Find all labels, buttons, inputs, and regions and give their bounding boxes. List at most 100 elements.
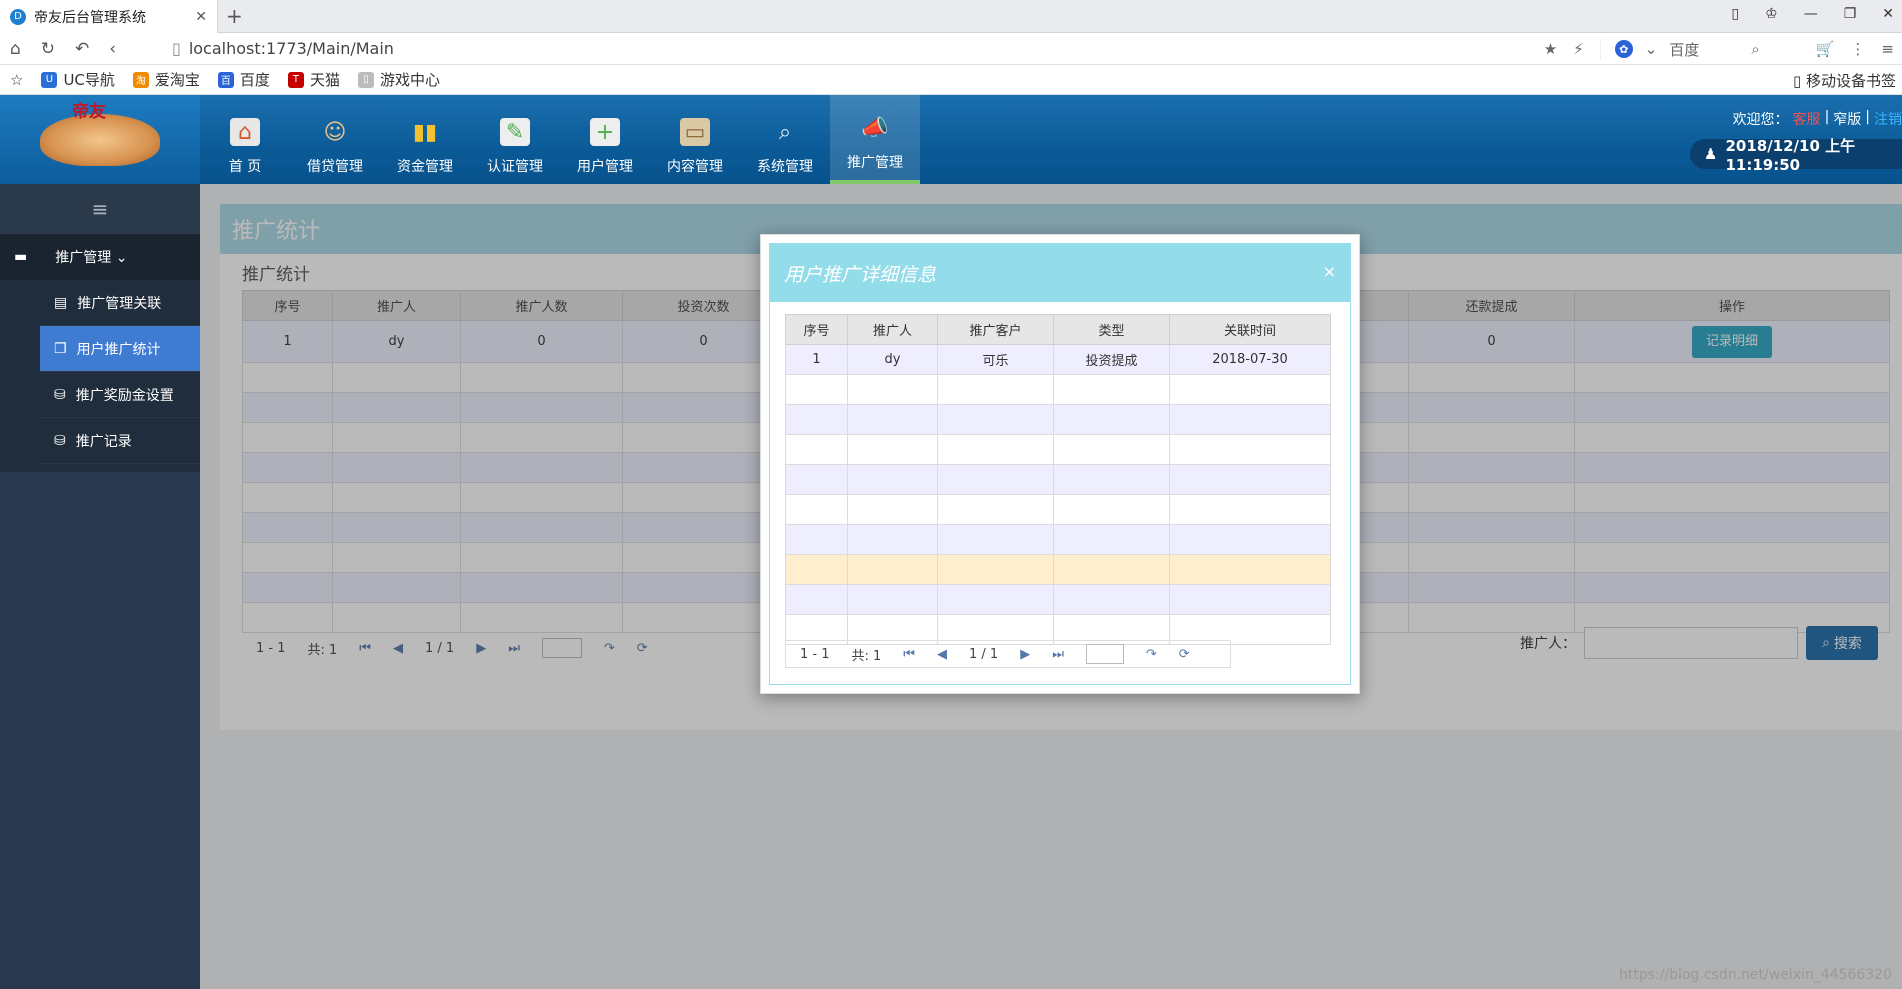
- nav-promotion[interactable]: 📣 推广管理: [830, 95, 920, 184]
- document-icon: ▤: [54, 294, 68, 311]
- pager-pages: 1 / 1: [969, 646, 999, 662]
- column-header[interactable]: 类型: [1053, 314, 1170, 345]
- prev-page-icon[interactable]: ◀: [937, 647, 947, 662]
- nav-home[interactable]: ⌂ 首 页: [200, 95, 290, 184]
- restore-icon[interactable]: ❐: [1844, 6, 1857, 22]
- bookmark-label: 爱淘宝: [154, 71, 200, 89]
- mobile-bookmarks[interactable]: ▯ 移动设备书签: [1793, 70, 1896, 91]
- menu-icon[interactable]: ▯: [1731, 6, 1739, 22]
- bookmark-games[interactable]: ▯ 游戏中心: [357, 69, 440, 90]
- flash-icon[interactable]: ⚡: [1573, 40, 1584, 58]
- sidebar-item-label: 推广奖励金设置: [75, 387, 174, 404]
- datetime-display: ♟ 2018/12/10 上午11:19:50: [1690, 137, 1902, 174]
- table-row: [785, 464, 1331, 495]
- refresh-icon[interactable]: ⟳: [1179, 647, 1190, 662]
- bar-chart-icon: ▮▮: [412, 119, 438, 145]
- megaphone-icon: 📣: [861, 115, 889, 141]
- column-header[interactable]: 推广人: [847, 314, 938, 345]
- modal-title: 用户推广详细信息: [784, 263, 937, 286]
- sidebar-menu-icon[interactable]: ≡: [1881, 40, 1894, 58]
- browser-tabbar: D 帝友后台管理系统 ✕ + ▯ ♔ — ❐ ✕: [0, 0, 1902, 33]
- home-icon[interactable]: ⌂: [10, 39, 21, 59]
- page-number-input[interactable]: [1085, 644, 1124, 664]
- table-row-hover: [785, 554, 1331, 585]
- column-header[interactable]: 推广客户: [937, 314, 1054, 345]
- baidu-icon: 百: [217, 71, 234, 88]
- chevron-down-icon: ⌄: [1644, 40, 1658, 58]
- go-icon[interactable]: ↷: [1146, 647, 1157, 662]
- bookmark-star-icon[interactable]: ☆: [10, 71, 23, 89]
- close-window-icon[interactable]: ✕: [1882, 6, 1894, 22]
- sidebar-toggle-icon[interactable]: ≡: [0, 184, 200, 234]
- folder-icon: ▭: [680, 118, 710, 146]
- paw-icon: ✿: [1614, 40, 1633, 58]
- minimize-icon[interactable]: —: [1804, 6, 1818, 22]
- nav-loan[interactable]: ☺ 借贷管理: [290, 95, 380, 184]
- url-field[interactable]: ▯ localhost:1773/Main/Main: [172, 39, 394, 58]
- sidebar-item-records[interactable]: ⛁ 推广记录: [40, 418, 200, 464]
- bookmark-aitaobao[interactable]: 淘爱淘宝: [132, 69, 200, 90]
- first-page-icon[interactable]: ⏮: [903, 647, 915, 662]
- sidebar-item-reward-settings[interactable]: ⛁ 推广奖励金设置: [40, 372, 200, 418]
- search-engine-box[interactable]: ✿ ⌄ 百度 ⌕: [1599, 38, 1800, 60]
- column-header[interactable]: 关联时间: [1169, 314, 1331, 345]
- more-icon[interactable]: ⋮: [1850, 40, 1865, 58]
- nav-label: 资金管理: [397, 159, 453, 175]
- add-doc-icon: +: [590, 118, 620, 146]
- top-nav: ⌂ 首 页 ☺ 借贷管理 ▮▮ 资金管理 ✎ 认证管理 + 用户管理 ▭ 内容管理 ⌕ 系统管…: [200, 95, 920, 184]
- person-icon: ☺: [323, 119, 347, 145]
- nav-label: 借贷管理: [307, 159, 363, 175]
- nav-label: 系统管理: [757, 159, 813, 175]
- column-header[interactable]: 序号: [785, 314, 848, 345]
- datetime-text: 2018/12/10 上午11:19:50: [1725, 136, 1856, 174]
- nav-funds[interactable]: ▮▮ 资金管理: [380, 95, 470, 184]
- nav-content[interactable]: ▭ 内容管理: [650, 95, 740, 184]
- nav-auth[interactable]: ✎ 认证管理: [470, 95, 560, 184]
- sidebar-item-label: 推广管理关联: [77, 295, 162, 312]
- new-tab-icon[interactable]: +: [226, 4, 243, 28]
- next-page-icon[interactable]: ▶: [1020, 647, 1030, 662]
- phone-icon: ▯: [1792, 72, 1806, 90]
- separator: |: [1865, 109, 1870, 125]
- browser-tab[interactable]: D 帝友后台管理系统 ✕: [0, 0, 218, 33]
- undo-icon[interactable]: ↶: [75, 39, 89, 59]
- sidebar-item-user-stats[interactable]: ❐ 用户推广统计: [40, 326, 200, 372]
- bookmark-baidu[interactable]: 百百度: [217, 69, 270, 90]
- close-icon[interactable]: ×: [1323, 262, 1336, 281]
- detail-table: 序号 推广人 推广客户 类型 关联时间 1 dy 可乐 投资提成 2018-07…: [785, 314, 1331, 645]
- cart-icon[interactable]: 🛒: [1816, 40, 1835, 58]
- star-icon[interactable]: ★: [1544, 40, 1557, 58]
- close-tab-icon[interactable]: ✕: [195, 9, 207, 25]
- sidebar: ≡ ▬ 推广管理 ⌄ ▤ 推广管理关联 ❐ 用户推广统计 ⛁ 推广奖励金设置 ⛁ 推广记…: [0, 184, 200, 989]
- reload-icon[interactable]: ↻: [41, 39, 55, 59]
- uc-icon: U: [41, 71, 58, 88]
- nav-users[interactable]: + 用户管理: [560, 95, 650, 184]
- sidebar-group-promotion[interactable]: ▬ 推广管理 ⌄: [0, 234, 200, 280]
- nav-label: 推广管理: [847, 155, 903, 171]
- modal-header: 用户推广详细信息 ×: [770, 244, 1350, 302]
- search-icon[interactable]: ⌕: [1751, 40, 1759, 58]
- tab-title: 帝友后台管理系统: [34, 9, 146, 26]
- logout-link[interactable]: 注销: [1874, 109, 1902, 129]
- narrow-link[interactable]: 窄版: [1833, 109, 1861, 129]
- shirt-icon[interactable]: ♔: [1765, 6, 1778, 22]
- sidebar-item-label: 推广记录: [75, 433, 132, 450]
- back-icon[interactable]: ‹: [109, 39, 116, 59]
- last-page-icon[interactable]: ⏭: [1052, 647, 1064, 662]
- sidebar-item-relation[interactable]: ▤ 推广管理关联: [40, 280, 200, 326]
- welcome-text: 欢迎您：: [1732, 112, 1789, 128]
- cell: 投资提成: [1053, 344, 1170, 375]
- sidebar-group-label: 推广管理: [55, 250, 112, 266]
- modal-inner: 用户推广详细信息 × 序号 推广人 推广客户 类型 关联时间 1 dy 可乐 投…: [769, 243, 1351, 685]
- modal-pager: 1 - 1 共: 1 ⏮ ◀ 1 / 1 ▶ ⏭ ↷ ⟳: [785, 640, 1231, 668]
- table-row: [785, 374, 1331, 405]
- pager-range: 1 - 1: [800, 646, 830, 662]
- search-engine-label: 百度: [1669, 40, 1700, 59]
- bookmark-tmall[interactable]: T 天猫: [287, 69, 340, 90]
- username-link[interactable]: 客服: [1793, 109, 1821, 129]
- nav-system[interactable]: ⌕ 系统管理: [740, 95, 830, 184]
- magnifier-icon: ⌕: [778, 119, 792, 145]
- bookmark-uc[interactable]: U UC导航: [41, 69, 115, 90]
- watermark: https://blog.csdn.net/weixin_44566320: [1618, 967, 1892, 983]
- page: D 帝友后台管理系统 ✕ + ▯ ♔ — ❐ ✕ ⌂ ↻ ↶ ‹ ▯ localh…: [0, 0, 1902, 989]
